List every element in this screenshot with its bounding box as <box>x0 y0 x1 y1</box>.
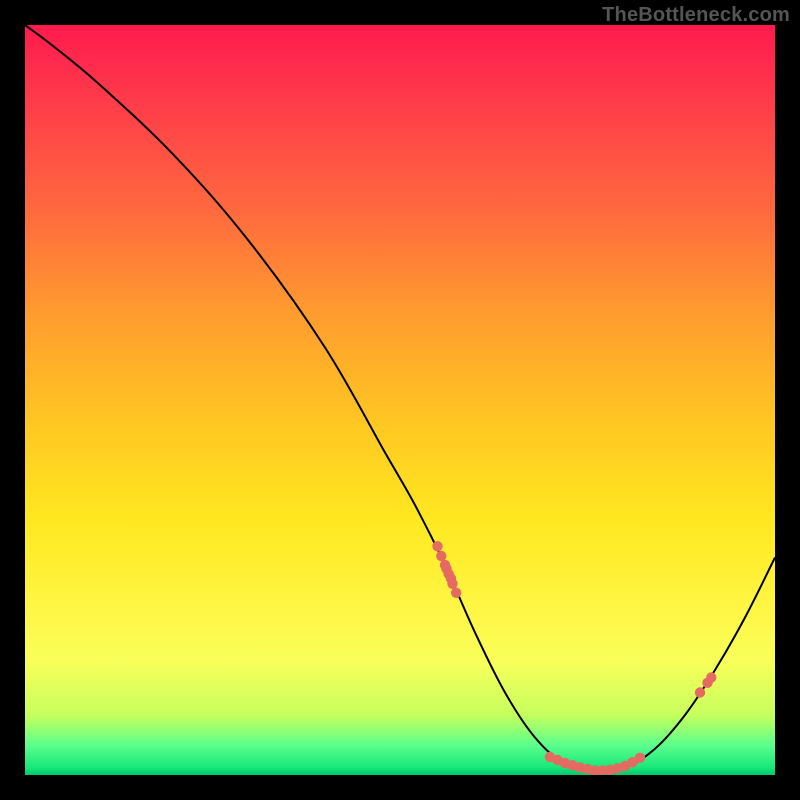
curve-marker <box>441 564 451 574</box>
curve-marker <box>695 687 705 697</box>
curve-marker <box>446 573 456 583</box>
curve-marker <box>436 551 446 561</box>
curve-markers-group <box>432 541 716 775</box>
curve-marker <box>432 541 442 551</box>
bottleneck-curve <box>25 25 775 775</box>
chart-plot-area <box>25 25 775 775</box>
curve-marker <box>635 753 645 763</box>
curve-marker <box>451 588 461 598</box>
curve-marker <box>706 672 716 682</box>
attribution-watermark: TheBottleneck.com <box>602 4 790 27</box>
curve-line <box>25 25 775 772</box>
